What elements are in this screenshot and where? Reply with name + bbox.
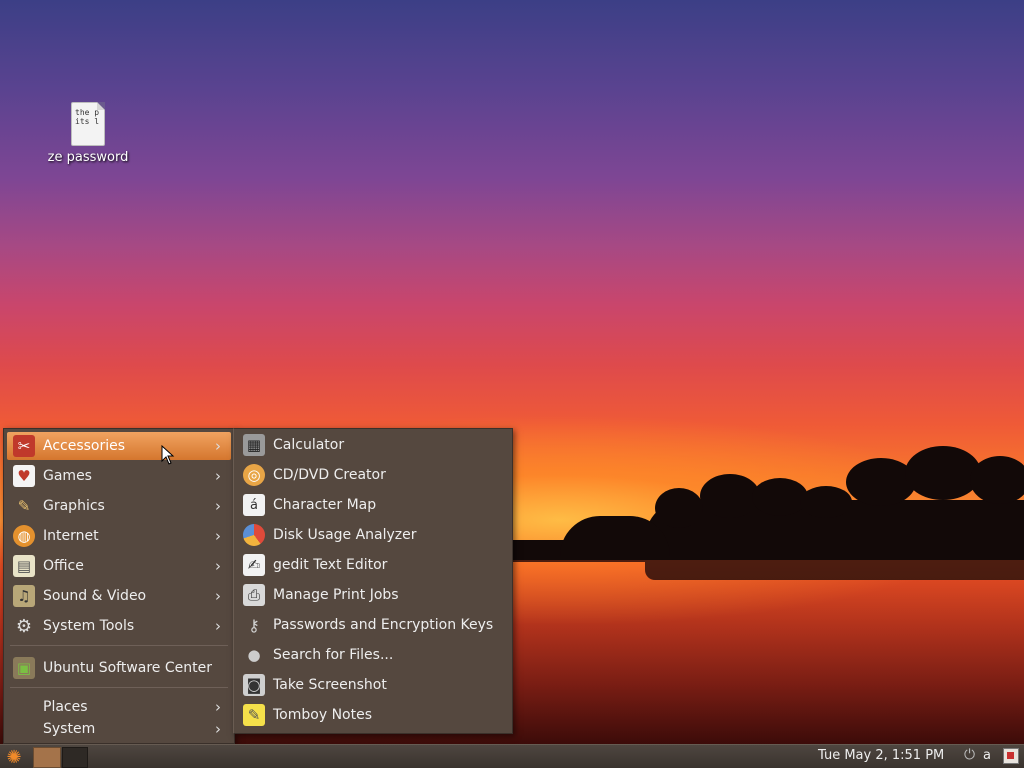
menu-item-label: System [43, 721, 96, 737]
printer-icon: ⎙ [243, 584, 265, 606]
menu-item-label: Passwords and Encryption Keys [273, 617, 494, 633]
menu-item-label: System Tools [43, 618, 135, 634]
games-icon: ♥ [13, 465, 35, 487]
menu-item-label: CD/DVD Creator [273, 467, 386, 483]
menu-item-label: Ubuntu Software Center [43, 660, 212, 676]
menu-item-label: gedit Text Editor [273, 557, 388, 573]
menu-item-office[interactable]: ▤ Office › [7, 552, 231, 580]
chevron-right-icon: › [215, 587, 221, 605]
user-menu[interactable]: a [983, 748, 991, 763]
menu-item-passwords-encryption-keys[interactable]: ⚷ Passwords and Encryption Keys [237, 611, 509, 639]
chevron-right-icon: › [215, 497, 221, 515]
menu-item-label: Office [43, 558, 84, 574]
chevron-right-icon: › [215, 557, 221, 575]
sound-video-icon: ♫ [13, 585, 35, 607]
menu-item-gedit-text-editor[interactable]: ✍ gedit Text Editor [237, 551, 509, 579]
text-editor-icon: ✍ [243, 554, 265, 576]
tree-silhouette [752, 478, 808, 516]
chevron-right-icon: › [215, 617, 221, 635]
cd-dvd-creator-icon: ◎ [243, 464, 265, 486]
menu-item-sound-video[interactable]: ♫ Sound & Video › [7, 582, 231, 610]
menu-separator [10, 687, 228, 688]
tree-silhouette [800, 486, 852, 518]
system-tools-icon: ⚙ [15, 615, 33, 637]
accessories-icon: ✂ [13, 435, 35, 457]
tree-silhouette [700, 474, 760, 518]
show-desktop-button[interactable] [33, 747, 61, 768]
menu-item-system[interactable]: System › [7, 717, 231, 741]
file-preview-text: the p its l [75, 108, 100, 126]
ubuntu-logo-icon[interactable]: ✺ [2, 746, 26, 768]
menu-item-tomboy-notes[interactable]: ✎ Tomboy Notes [237, 701, 509, 729]
menu-item-label: Calculator [273, 437, 345, 453]
character-map-icon: á [243, 494, 265, 516]
menu-item-take-screenshot[interactable]: ◙ Take Screenshot [237, 671, 509, 699]
menu-item-accessories[interactable]: ✂ Accessories › [7, 432, 231, 460]
text-file-icon: the p its l [71, 102, 105, 146]
menu-item-label: Places [43, 699, 88, 715]
menu-item-disk-usage-analyzer[interactable]: Disk Usage Analyzer [237, 521, 509, 549]
menu-item-label: Character Map [273, 497, 377, 513]
menu-item-label: Manage Print Jobs [273, 587, 399, 603]
power-icon[interactable]: ⏻ [964, 747, 975, 763]
logout-icon[interactable] [1003, 748, 1019, 764]
office-icon: ▤ [13, 555, 35, 577]
menu-item-label: Accessories [43, 438, 126, 454]
internet-icon: ◍ [13, 525, 35, 547]
notes-icon: ✎ [243, 704, 265, 726]
menu-item-label: Internet [43, 528, 99, 544]
chevron-right-icon: › [215, 720, 221, 738]
menu-separator [10, 645, 228, 646]
disk-usage-icon [243, 524, 265, 546]
accessories-submenu: ▦ Calculator ◎ CD/DVD Creator á Characte… [233, 428, 513, 734]
menu-item-label: Games [43, 468, 92, 484]
software-center-icon: ▣ [13, 657, 35, 679]
chevron-right-icon: › [215, 437, 221, 455]
camera-icon: ◙ [243, 674, 265, 696]
keys-icon: ⚷ [248, 615, 260, 635]
menu-item-system-tools[interactable]: ⚙ System Tools › [7, 612, 231, 640]
menu-item-label: Graphics [43, 498, 105, 514]
tree-silhouette [970, 456, 1024, 504]
desktop-file-ze-password[interactable]: the p its l ze password [40, 100, 136, 165]
menu-item-label: Take Screenshot [273, 677, 387, 693]
water-reflection [512, 560, 1024, 744]
menu-item-label: Search for Files... [273, 647, 394, 663]
menu-item-manage-print-jobs[interactable]: ⎙ Manage Print Jobs [237, 581, 509, 609]
applications-menu: ✂ Accessories › ♥ Games › ✎ Graphics › ◍… [3, 428, 235, 744]
workspace-switcher[interactable] [62, 747, 88, 768]
menu-item-label: Tomboy Notes [273, 707, 372, 723]
menu-item-character-map[interactable]: á Character Map [237, 491, 509, 519]
menu-item-ubuntu-software-center[interactable]: ▣ Ubuntu Software Center [7, 654, 231, 682]
bottom-panel: ✺ Tue May 2, 1:51 PM ⏻ a [0, 744, 1024, 768]
menu-item-label: Disk Usage Analyzer [273, 527, 417, 543]
desktop-file-label: ze password [47, 150, 129, 165]
menu-item-search-for-files[interactable]: ● Search for Files... [237, 641, 509, 669]
chevron-right-icon: › [215, 467, 221, 485]
graphics-icon: ✎ [17, 497, 31, 515]
menu-item-calculator[interactable]: ▦ Calculator [237, 431, 509, 459]
menu-item-internet[interactable]: ◍ Internet › [7, 522, 231, 550]
menu-item-graphics[interactable]: ✎ Graphics › [7, 492, 231, 520]
chevron-right-icon: › [215, 527, 221, 545]
tree-silhouette [655, 488, 703, 528]
search-icon: ● [247, 646, 261, 664]
mouse-cursor-icon [161, 445, 175, 465]
menu-item-cd-dvd-creator[interactable]: ◎ CD/DVD Creator [237, 461, 509, 489]
tree-silhouette [905, 446, 981, 500]
menu-item-label: Sound & Video [43, 588, 147, 604]
chevron-right-icon: › [215, 698, 221, 716]
menu-item-games[interactable]: ♥ Games › [7, 462, 231, 490]
clock[interactable]: Tue May 2, 1:51 PM [818, 748, 944, 763]
calculator-icon: ▦ [243, 434, 265, 456]
